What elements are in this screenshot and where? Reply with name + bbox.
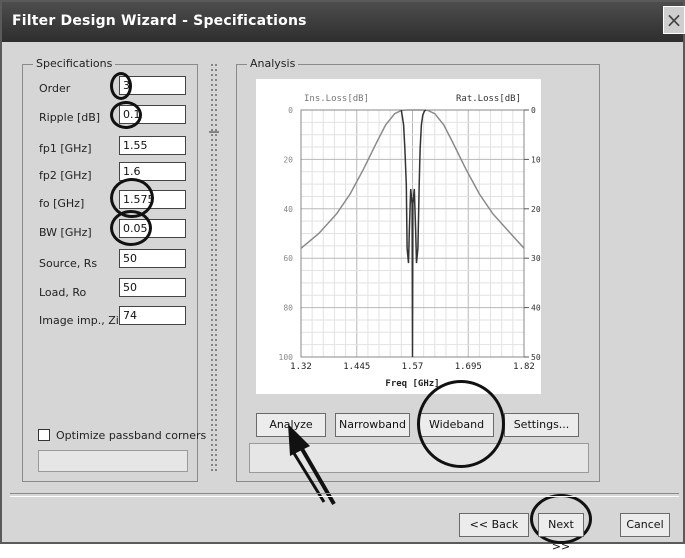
optimize-passband-label: Optimize passband corners (56, 429, 207, 442)
wideband-button[interactable]: Wideband (419, 413, 494, 437)
next-button[interactable]: Next >> (538, 513, 584, 553)
image-imp-label: Image imp., Zi (39, 314, 119, 327)
footer-divider (10, 493, 679, 497)
fp1-field[interactable]: 1.55 (119, 136, 186, 155)
right-tick-label: 50 (531, 353, 541, 362)
specifications-group: Specifications (22, 57, 198, 482)
fo-field[interactable]: 1.575 (119, 190, 186, 209)
response-plot-svg: Ins.Loss[dB] Rat.Loss[dB] 0 20 40 60 80 100 0 10 2… (279, 94, 541, 389)
optimize-passband-checkbox[interactable] (38, 429, 50, 441)
x-tick-label: 1.82 (513, 362, 535, 372)
x-tick-label: 1.445 (343, 362, 370, 372)
left-tick-label: 0 (288, 106, 293, 115)
load-ro-field[interactable]: 50 (119, 278, 186, 297)
right-axis-label: Rat.Loss[dB] (456, 94, 521, 104)
left-tick-label: 80 (283, 304, 293, 313)
right-tick-label: 30 (531, 254, 541, 263)
cancel-button[interactable]: Cancel (620, 513, 670, 537)
left-tick-label: 40 (283, 205, 293, 214)
bw-label: BW [GHz] (39, 226, 92, 239)
order-label: Order (39, 82, 71, 95)
ripple-label: Ripple [dB] (39, 111, 101, 124)
left-tick-label: 20 (283, 155, 293, 164)
close-button[interactable]: × (663, 6, 685, 34)
fp2-field[interactable]: 1.6 (119, 162, 186, 181)
settings-button[interactable]: Settings... (504, 413, 579, 437)
splitter-graphic (209, 64, 219, 474)
specifications-legend: Specifications (33, 57, 116, 70)
right-tick-label: 10 (531, 155, 541, 164)
response-plot: Ins.Loss[dB] Rat.Loss[dB] 0 20 40 60 80 100 0 10 2… (256, 79, 541, 394)
source-rs-field[interactable]: 50 (119, 249, 186, 268)
fp1-label: fp1 [GHz] (39, 142, 92, 155)
x-axis-label: Freq [GHz] (385, 379, 439, 389)
x-tick-label: 1.695 (455, 362, 482, 372)
left-axis-label: Ins.Loss[dB] (304, 94, 369, 104)
x-tick-label: 1.32 (290, 362, 312, 372)
bw-field[interactable]: 0.05 (119, 219, 186, 238)
specs-status-box (38, 450, 188, 472)
wizard-window: Filter Design Wizard - Specifications × … (0, 0, 685, 553)
image-imp-field[interactable]: 74 (119, 306, 186, 325)
window-title: Filter Design Wizard - Specifications (12, 13, 307, 29)
analysis-legend: Analysis (247, 57, 299, 70)
left-tick-label: 60 (283, 254, 293, 263)
vertical-splitter[interactable] (209, 64, 219, 474)
narrowband-button[interactable]: Narrowband (335, 413, 410, 437)
fo-label: fo [GHz] (39, 197, 85, 210)
load-ro-label: Load, Ro (39, 286, 87, 299)
source-rs-label: Source, Rs (39, 257, 98, 270)
left-tick-label: 100 (279, 353, 294, 362)
fp2-label: fp2 [GHz] (39, 169, 92, 182)
x-tick-label: 1.57 (402, 362, 424, 372)
ripple-field[interactable]: 0.1 (119, 105, 186, 124)
right-tick-label: 20 (531, 205, 541, 214)
title-bar: Filter Design Wizard - Specifications × (2, 2, 685, 42)
right-tick-label: 40 (531, 304, 541, 313)
right-tick-label: 0 (531, 106, 536, 115)
order-field[interactable]: 3 (119, 76, 186, 95)
back-button[interactable]: << Back (459, 513, 529, 537)
